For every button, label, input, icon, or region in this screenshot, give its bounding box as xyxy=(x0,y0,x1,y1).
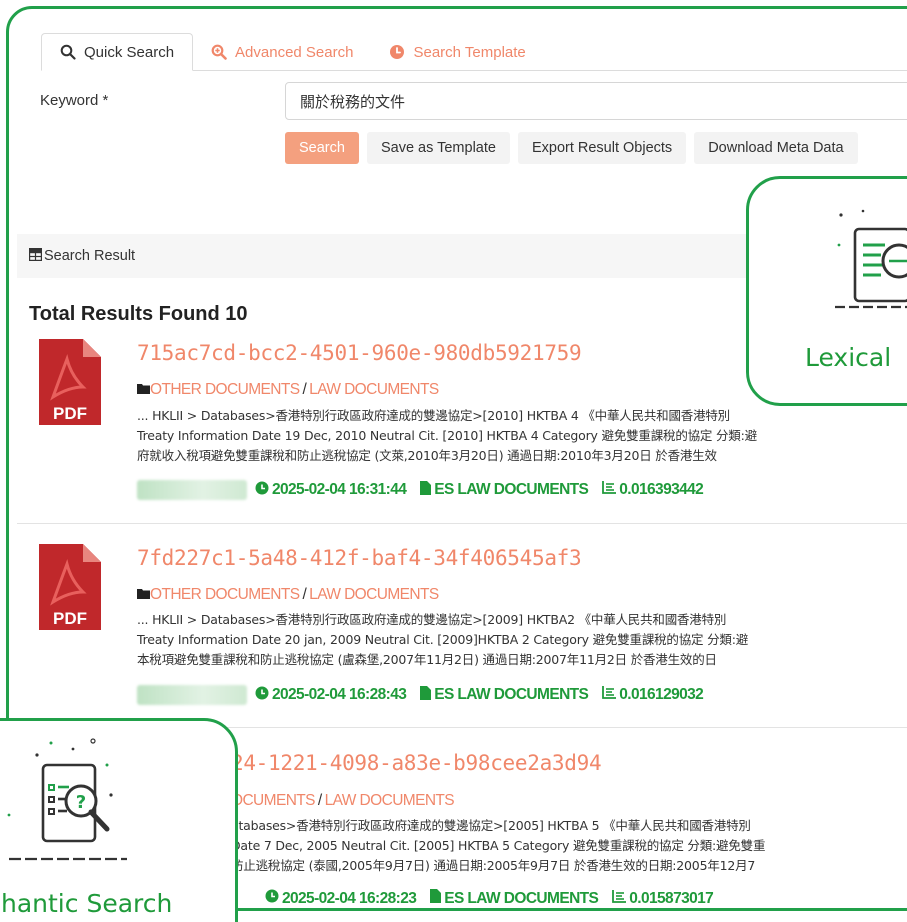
result-breadcrumb: OTHER DOCUMENTS / LAW DOCUMENTS xyxy=(137,586,439,604)
pdf-label: PDF xyxy=(53,404,87,423)
export-results-button[interactable]: Export Result Objects xyxy=(517,132,687,164)
semantic-search-card: ? hantic Search xyxy=(0,718,238,922)
result-snippet: atabases>香港特別行政區政府達成的雙邊協定>[2005] HKTBA 5… xyxy=(231,816,765,876)
result-source: ES LAW DOCUMENTS xyxy=(434,686,589,703)
search-result-label: Search Result xyxy=(44,248,136,264)
document-search-icon xyxy=(835,209,907,309)
total-results: Total Results Found 10 xyxy=(29,303,248,325)
tab-label: Quick Search xyxy=(84,43,175,61)
clock-icon xyxy=(265,889,279,908)
result-meta: 2025-02-04 16:28:23 ES LAW DOCUMENTS 0.0… xyxy=(265,889,727,908)
search-plus-icon xyxy=(211,44,227,60)
redacted-user xyxy=(137,685,247,705)
folder-icon xyxy=(137,381,150,399)
save-template-button[interactable]: Save as Template xyxy=(366,132,510,164)
score-icon xyxy=(602,686,617,704)
snippet-line: atabases>香港特別行政區政府達成的雙邊協定>[2005] HKTBA 5… xyxy=(231,818,751,833)
result-meta: 2025-02-04 16:28:43 ES LAW DOCUMENTS 0.0… xyxy=(137,685,717,705)
snippet-line: 府就收入稅項避免雙重課稅和防止逃稅協定 (文萊,2010年3月20日) 通過日期… xyxy=(137,448,717,463)
result-breadcrumb: OTHER DOCUMENTS / LAW DOCUMENTS xyxy=(137,381,439,399)
result-source: ES LAW DOCUMENTS xyxy=(444,889,599,907)
result-title-link[interactable]: 7fd227c1-5a48-412f-baf4-34f406545af3 xyxy=(137,546,582,570)
result-breadcrumb: OCUMENTS / LAW DOCUMENTS xyxy=(231,792,455,810)
file-icon xyxy=(430,889,442,908)
tab-advanced-search[interactable]: Advanced Search xyxy=(193,33,371,71)
score-icon xyxy=(612,889,627,908)
tab-label: Search Template xyxy=(413,43,526,61)
snippet-line: ... HKLII > Databases>香港特別行政區政府達成的雙邊協定>[… xyxy=(137,408,730,423)
clock-icon xyxy=(255,686,269,705)
pdf-file-icon[interactable]: PDF xyxy=(39,339,101,425)
pdf-label: PDF xyxy=(53,609,87,628)
lexical-search-card: Lexical xyxy=(746,176,907,406)
file-icon xyxy=(420,480,432,500)
result-score: 0.015873017 xyxy=(629,889,714,907)
subcategory-link[interactable]: LAW DOCUMENTS xyxy=(309,586,439,604)
keyword-label: Keyword * xyxy=(40,92,109,109)
subcategory-link[interactable]: LAW DOCUMENTS xyxy=(309,381,439,399)
category-link[interactable]: OTHER DOCUMENTS xyxy=(150,381,300,399)
keyword-input[interactable]: 關於稅務的文件 xyxy=(285,82,907,120)
folder-icon xyxy=(137,586,150,604)
document-question-icon: ? xyxy=(7,738,127,861)
category-link[interactable]: OTHER DOCUMENTS xyxy=(150,586,300,604)
search-tabs: Quick Search Advanced Search Search Temp… xyxy=(41,33,544,71)
category-link[interactable]: OCUMENTS xyxy=(231,792,316,810)
snippet-line: 本稅項避免雙重課稅和防止逃稅協定 (盧森堡,2007年11月2日) 通過日期:2… xyxy=(137,652,717,667)
search-button[interactable]: Search xyxy=(285,132,359,164)
result-snippet: ... HKLII > Databases>香港特別行政區政府達成的雙邊協定>[… xyxy=(137,406,757,466)
result-title-link[interactable]: 715ac7cd-bcc2-4501-960e-980db5921759 xyxy=(137,341,582,365)
search-icon xyxy=(60,44,76,60)
snippet-line: 防止逃稅協定 (泰國,2005年9月7日) 通過日期:2005年9月7日 於香港… xyxy=(231,858,756,873)
file-icon xyxy=(420,685,432,705)
clock-icon xyxy=(255,481,269,500)
redacted-user xyxy=(137,480,247,500)
table-icon xyxy=(28,247,43,265)
result-timestamp: 2025-02-04 16:31:44 xyxy=(272,481,407,498)
snippet-line: Treaty Information Date 19 Dec, 2010 Neu… xyxy=(137,428,757,443)
result-divider xyxy=(17,523,907,524)
semantic-search-label: hantic Search xyxy=(1,889,173,918)
result-timestamp: 2025-02-04 16:28:23 xyxy=(282,889,417,907)
subcategory-link[interactable]: LAW DOCUMENTS xyxy=(325,792,455,810)
snippet-line: Date 7 Dec, 2005 Neutral Cit. [2005] HKT… xyxy=(231,838,766,853)
action-buttons: Search Save as Template Export Result Ob… xyxy=(285,132,858,164)
result-snippet: ... HKLII > Databases>香港特別行政區政府達成的雙邊協定>[… xyxy=(137,610,748,670)
tab-search-template[interactable]: Search Template xyxy=(371,33,543,71)
result-score: 0.016129032 xyxy=(619,686,704,703)
tab-label: Advanced Search xyxy=(235,43,354,61)
svg-text:?: ? xyxy=(76,792,86,813)
result-source: ES LAW DOCUMENTS xyxy=(434,481,589,498)
result-title-link[interactable]: 24-1221-4098-a83e-b98cee2a3d94 xyxy=(231,751,602,775)
lexical-search-label: Lexical xyxy=(805,343,892,372)
clock-icon xyxy=(389,44,405,60)
download-meta-button[interactable]: Download Meta Data xyxy=(694,132,858,164)
result-meta: 2025-02-04 16:31:44 ES LAW DOCUMENTS 0.0… xyxy=(137,480,717,500)
result-timestamp: 2025-02-04 16:28:43 xyxy=(272,686,407,703)
tab-quick-search[interactable]: Quick Search xyxy=(41,33,194,71)
snippet-line: ... HKLII > Databases>香港特別行政區政府達成的雙邊協定>[… xyxy=(137,612,727,627)
result-score: 0.016393442 xyxy=(619,481,704,498)
pdf-file-icon[interactable]: PDF xyxy=(39,544,101,630)
score-icon xyxy=(602,481,617,499)
snippet-line: Treaty Information Date 20 jan, 2009 Neu… xyxy=(137,632,749,647)
